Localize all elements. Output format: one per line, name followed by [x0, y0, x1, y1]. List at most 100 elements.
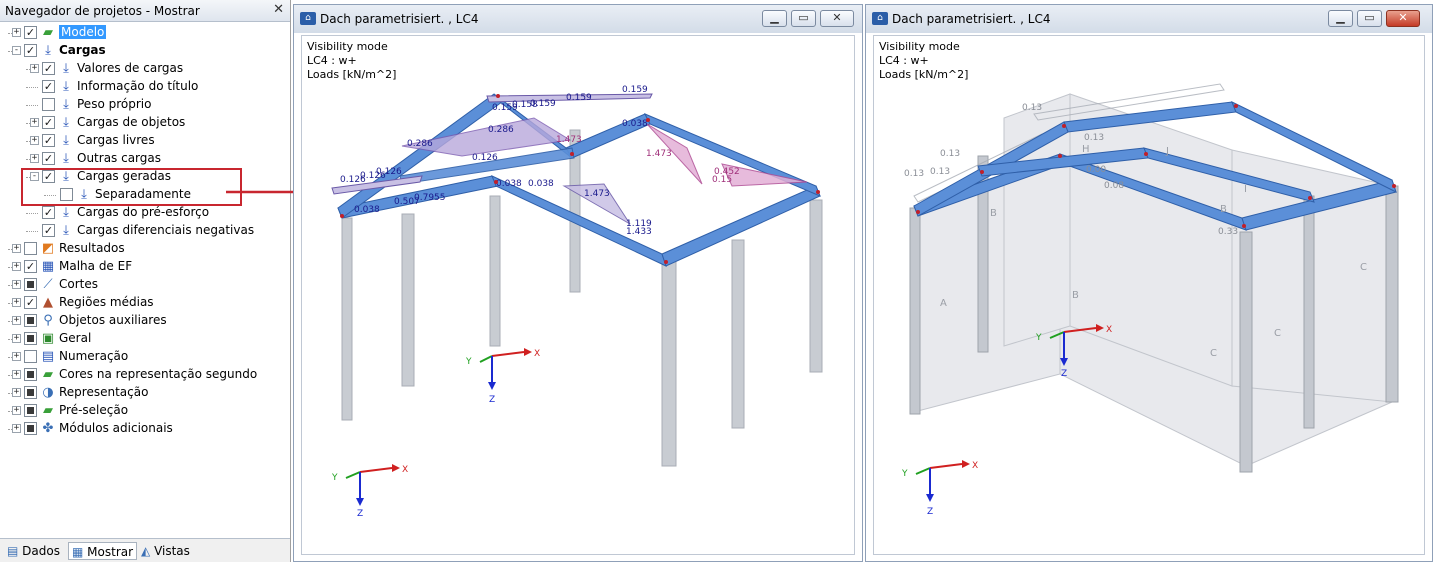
- expand-icon[interactable]: +: [12, 388, 21, 397]
- model-3d-right: 0.13 0.13 0.13 0.13 0.13 0.33 0.00 0.08 …: [901, 83, 1399, 517]
- tree-connector: [26, 87, 38, 88]
- preselection-icon: ▰: [43, 403, 53, 418]
- checkbox[interactable]: [24, 368, 37, 381]
- checkbox[interactable]: ✓: [42, 206, 55, 219]
- 3d-viewport[interactable]: Visibility mode LC4 : w+ Loads [kN/m^2]: [301, 35, 855, 555]
- checkbox[interactable]: [24, 242, 37, 255]
- axis-x-label: X: [534, 349, 540, 359]
- tree-item-resultados[interactable]: + ◩ Resultados: [0, 240, 290, 258]
- checkbox[interactable]: ✓: [42, 116, 55, 129]
- tree-item-modelo[interactable]: + ✓ ▰ Modelo: [0, 24, 290, 42]
- numbering-icon: ▤: [41, 349, 55, 364]
- tab-dados[interactable]: ▤ Dados: [4, 542, 63, 560]
- surface-label: C: [1274, 328, 1281, 339]
- tree-item-label: Cargas do pré-esforço: [77, 205, 210, 219]
- expand-icon[interactable]: +: [12, 298, 21, 307]
- tree-item-geral[interactable]: + ▣ Geral: [0, 330, 290, 348]
- minimize-button[interactable]: ▁: [1328, 10, 1353, 27]
- expand-icon[interactable]: +: [12, 244, 21, 253]
- checkbox[interactable]: [24, 278, 37, 291]
- tree-item-label: Cores na representação segundo: [59, 367, 258, 381]
- expand-icon[interactable]: +: [12, 334, 21, 343]
- tree-item-pre-selecao[interactable]: + ▰ Pré-seleção: [0, 402, 290, 420]
- expand-icon[interactable]: +: [12, 406, 21, 415]
- load-label: 0.00: [1086, 165, 1106, 175]
- checkbox[interactable]: [24, 422, 37, 435]
- checkbox[interactable]: ✓: [42, 224, 55, 237]
- tree-item-informacao-do-titulo[interactable]: ✓ ⤓ Informação do título: [0, 78, 290, 96]
- checkbox[interactable]: [24, 314, 37, 327]
- tree-item-objetos-auxiliares[interactable]: + ⚲ Objetos auxiliares: [0, 312, 290, 330]
- tree-item-label: Informação do título: [77, 79, 199, 93]
- load-label: 0.038: [496, 179, 522, 189]
- checkbox[interactable]: ✓: [24, 260, 37, 273]
- tree-item-cargas-diferenciais-negativas[interactable]: ✓ ⤓ Cargas diferenciais negativas: [0, 222, 290, 240]
- tree-item-cortes[interactable]: + ⟋ Cortes: [0, 276, 290, 294]
- tree-item-valores-de-cargas[interactable]: + ✓ ⤓ Valores de cargas: [0, 60, 290, 78]
- tree-item-cargas-de-objetos[interactable]: + ✓ ⤓ Cargas de objetos: [0, 114, 290, 132]
- load-label: 1.473: [556, 135, 582, 145]
- axis-x-label: X: [972, 461, 978, 471]
- expand-icon[interactable]: +: [30, 136, 39, 145]
- tree-item-label: Cortes: [59, 277, 98, 291]
- colors-icon: ▰: [43, 367, 53, 382]
- tree-item-regioes-medias[interactable]: + ✓ ▲ Regiões médias: [0, 294, 290, 312]
- expand-icon[interactable]: +: [12, 280, 21, 289]
- load-label: 0.286: [407, 139, 433, 149]
- expand-icon[interactable]: +: [12, 262, 21, 271]
- maximize-button[interactable]: ▭: [791, 10, 816, 27]
- tree-item-cargas-do-pre-esforco[interactable]: ✓ ⤓ Cargas do pré-esforço: [0, 204, 290, 222]
- checkbox[interactable]: ✓: [24, 296, 37, 309]
- close-button[interactable]: ✕: [1386, 10, 1420, 27]
- expand-icon[interactable]: +: [12, 352, 21, 361]
- window-titlebar: ⌂ Dach parametrisiert. , LC4 ▁ ▭ ✕: [294, 5, 862, 33]
- tab-vistas[interactable]: ◭ Vistas: [138, 542, 193, 560]
- 3d-viewport[interactable]: Visibility mode LC4 : w+ Loads [kN/m^2]: [873, 35, 1425, 555]
- checkbox[interactable]: ✓: [42, 134, 55, 147]
- tree-item-malha-de-ef[interactable]: + ✓ ▦ Malha de EF: [0, 258, 290, 276]
- tree-item-outras-cargas[interactable]: + ✓ ⤓ Outras cargas: [0, 150, 290, 168]
- checkbox[interactable]: [24, 350, 37, 363]
- close-button[interactable]: ✕: [820, 10, 854, 27]
- tree-item-modulos-adicionais[interactable]: + ✤ Módulos adicionais: [0, 420, 290, 438]
- tree-item-peso-proprio[interactable]: ⤓ Peso próprio: [0, 96, 290, 114]
- checkbox[interactable]: [24, 386, 37, 399]
- tree-item-cargas[interactable]: - ✓ ⤓ Cargas: [0, 42, 290, 60]
- surface-label: C: [1360, 262, 1367, 273]
- expand-icon[interactable]: +: [30, 64, 39, 73]
- checkbox[interactable]: [42, 98, 55, 111]
- checkbox[interactable]: ✓: [24, 44, 37, 57]
- expand-icon[interactable]: +: [12, 370, 21, 379]
- modules-icon: ✤: [42, 421, 54, 436]
- expand-icon[interactable]: +: [30, 118, 39, 127]
- checkbox[interactable]: ✓: [42, 152, 55, 165]
- collapse-icon[interactable]: -: [12, 46, 21, 55]
- load-label: 0.038: [622, 119, 648, 129]
- checkbox[interactable]: ✓: [24, 26, 37, 39]
- tree-item-cores-na-representacao-segundo[interactable]: + ▰ Cores na representação segundo: [0, 366, 290, 384]
- load-label: 1.473: [584, 189, 610, 199]
- load-label: 0.13: [930, 167, 950, 177]
- tree-item-label: Outras cargas: [77, 151, 162, 165]
- tree-item-representacao[interactable]: + ◑ Representação: [0, 384, 290, 402]
- surface-label: C: [1210, 348, 1217, 359]
- minimize-button[interactable]: ▁: [762, 10, 787, 27]
- checkbox[interactable]: [24, 404, 37, 417]
- checkbox[interactable]: ✓: [42, 80, 55, 93]
- tab-mostrar[interactable]: ▦ Mostrar: [68, 542, 138, 560]
- expand-icon[interactable]: +: [12, 424, 21, 433]
- checkbox[interactable]: ✓: [42, 62, 55, 75]
- tree-item-numeracao[interactable]: + ▤ Numeração: [0, 348, 290, 366]
- load-label: 0.038: [528, 179, 554, 189]
- checkbox[interactable]: [24, 332, 37, 345]
- maximize-button[interactable]: ▭: [1357, 10, 1382, 27]
- tree-item-cargas-livres[interactable]: + ✓ ⤓ Cargas livres: [0, 132, 290, 150]
- expand-icon[interactable]: +: [12, 316, 21, 325]
- axis-x-label: X: [402, 465, 408, 475]
- expand-icon[interactable]: +: [30, 154, 39, 163]
- view-info: Visibility mode LC4 : w+ Loads [kN/m^2]: [879, 40, 968, 82]
- expand-icon[interactable]: +: [12, 28, 21, 37]
- axis-x-label: X: [1106, 325, 1112, 335]
- close-icon[interactable]: ✕: [273, 2, 284, 17]
- view-info: Visibility mode LC4 : w+ Loads [kN/m^2]: [307, 40, 396, 82]
